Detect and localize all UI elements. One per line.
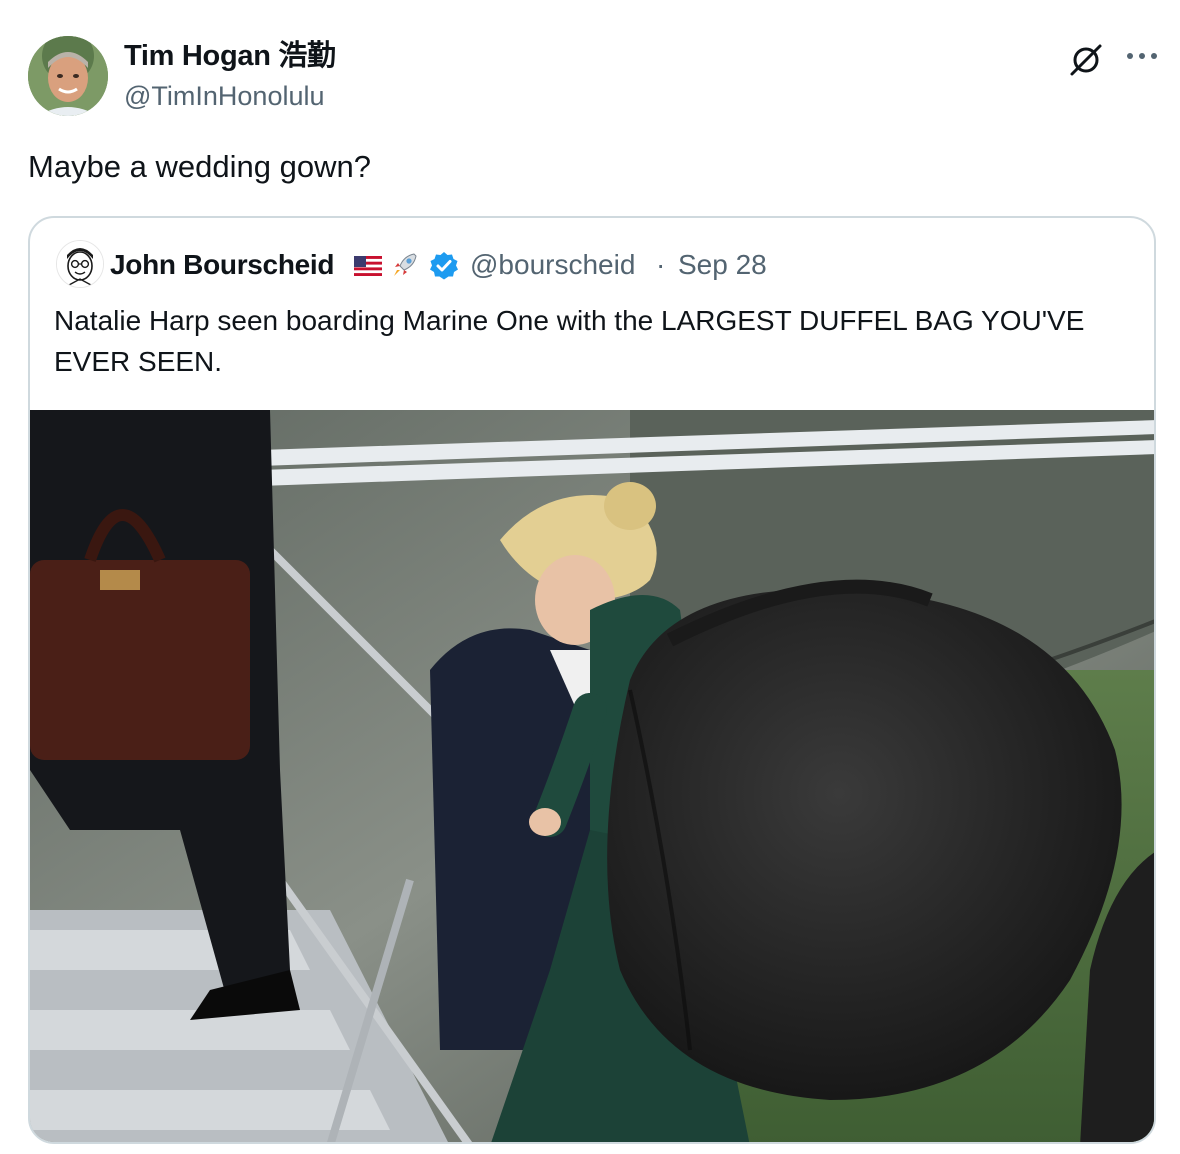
author-handle[interactable]: @TimInHonolulu [124,78,324,114]
quoted-avatar[interactable] [56,240,104,288]
author-avatar[interactable] [28,36,108,116]
rocket-emoji [390,250,420,280]
grok-icon[interactable] [1066,40,1106,80]
cartoon-face-icon [57,241,103,287]
us-flag-emoji [354,256,382,276]
quoted-tweet[interactable]: John Bourscheid @bourscheid · Sep 28 Nat… [28,216,1156,1144]
avatar-photo [28,36,108,116]
quoted-handle[interactable]: @bourscheid [470,248,635,282]
quoted-date[interactable]: Sep 28 [678,248,767,282]
tweet-text: Maybe a wedding gown? [28,149,371,184]
quoted-display-name[interactable]: John Bourscheid [110,248,335,282]
separator-dot: · [656,249,666,280]
quoted-text: Natalie Harp seen boarding Marine One wi… [54,305,1085,377]
quoted-photo[interactable] [30,410,1154,1142]
author-display-name[interactable]: Tim Hogan 浩勤 [124,38,336,74]
tweet: Tim Hogan 浩勤 @TimInHonolulu Maybe a wedd… [0,0,1180,1154]
verified-badge-icon [428,250,460,282]
more-options-icon[interactable] [1122,40,1162,72]
